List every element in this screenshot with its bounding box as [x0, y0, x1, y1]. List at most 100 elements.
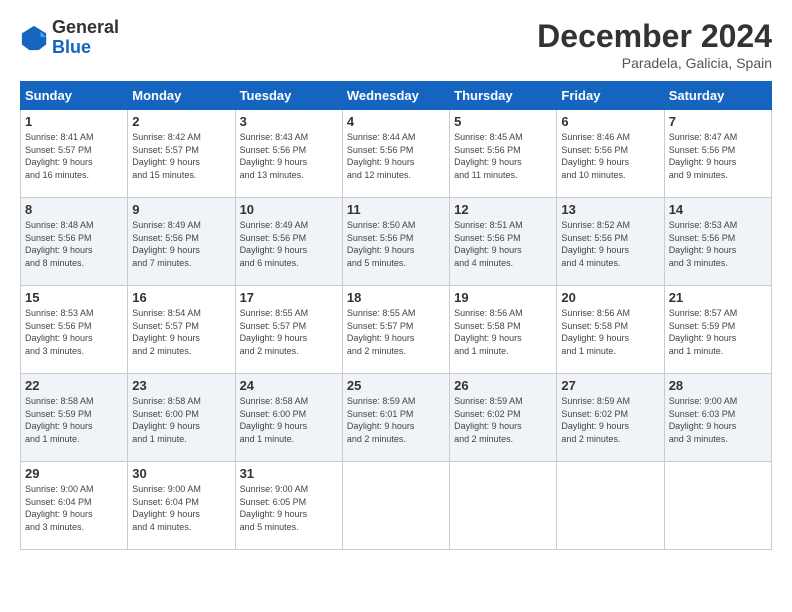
day-number: 31: [240, 466, 338, 481]
weekday-header-wednesday: Wednesday: [342, 82, 449, 110]
logo-blue: Blue: [52, 38, 119, 58]
day-number: 29: [25, 466, 123, 481]
month-title: December 2024: [537, 18, 772, 55]
calendar-cell: 2Sunrise: 8:42 AM Sunset: 5:57 PM Daylig…: [128, 110, 235, 198]
calendar-cell: 1 Sunrise: 8:41 AM Sunset: 5:57 PM Daylig…: [21, 110, 128, 198]
day-details: Sunrise: 8:49 AM Sunset: 5:56 PM Dayligh…: [240, 220, 309, 268]
calendar-cell: [557, 462, 664, 550]
day-number: 14: [669, 202, 767, 217]
day-details: Sunrise: 8:53 AM Sunset: 5:56 PM Dayligh…: [669, 220, 738, 268]
logo: General Blue: [20, 18, 119, 58]
calendar-cell: 23 Sunrise: 8:58 AM Sunset: 6:00 PM Dayli…: [128, 374, 235, 462]
calendar-cell: 11Sunrise: 8:50 AM Sunset: 5:56 PM Dayli…: [342, 198, 449, 286]
calendar-cell: 19 Sunrise: 8:56 AM Sunset: 5:58 PM Dayli…: [450, 286, 557, 374]
day-details: Sunrise: 9:00 AM Sunset: 6:04 PM Dayligh…: [132, 484, 201, 532]
weekday-header-tuesday: Tuesday: [235, 82, 342, 110]
day-number: 11: [347, 202, 445, 217]
logo-icon: [20, 24, 48, 52]
calendar-cell: 29 Sunrise: 9:00 AM Sunset: 6:04 PM Dayli…: [21, 462, 128, 550]
day-details: Sunrise: 8:47 AM Sunset: 5:56 PM Dayligh…: [669, 132, 738, 180]
day-details: Sunrise: 9:00 AM Sunset: 6:05 PM Dayligh…: [240, 484, 309, 532]
calendar-week-row: 15Sunrise: 8:53 AM Sunset: 5:56 PM Dayli…: [21, 286, 772, 374]
calendar-cell: 3 Sunrise: 8:43 AM Sunset: 5:56 PM Daylig…: [235, 110, 342, 198]
weekday-header-row: SundayMondayTuesdayWednesdayThursdayFrid…: [21, 82, 772, 110]
day-details: Sunrise: 9:00 AM Sunset: 6:04 PM Dayligh…: [25, 484, 94, 532]
day-details: Sunrise: 8:46 AM Sunset: 5:56 PM Dayligh…: [561, 132, 630, 180]
calendar-cell: 15Sunrise: 8:53 AM Sunset: 5:56 PM Dayli…: [21, 286, 128, 374]
calendar-cell: 22Sunrise: 8:58 AM Sunset: 5:59 PM Dayli…: [21, 374, 128, 462]
day-number: 4: [347, 114, 445, 129]
day-number: 24: [240, 378, 338, 393]
day-details: Sunrise: 8:52 AM Sunset: 5:56 PM Dayligh…: [561, 220, 630, 268]
calendar-cell: 17Sunrise: 8:55 AM Sunset: 5:57 PM Dayli…: [235, 286, 342, 374]
day-number: 21: [669, 290, 767, 305]
day-details: Sunrise: 8:57 AM Sunset: 5:59 PM Dayligh…: [669, 308, 738, 356]
calendar-week-row: 22Sunrise: 8:58 AM Sunset: 5:59 PM Dayli…: [21, 374, 772, 462]
day-details: Sunrise: 8:58 AM Sunset: 6:00 PM Dayligh…: [240, 396, 309, 444]
day-number: 23: [132, 378, 230, 393]
day-number: 30: [132, 466, 230, 481]
calendar-cell: 21 Sunrise: 8:57 AM Sunset: 5:59 PM Dayli…: [664, 286, 771, 374]
day-number: 26: [454, 378, 552, 393]
day-number: 3: [240, 114, 338, 129]
day-number: 17: [240, 290, 338, 305]
calendar-cell: [664, 462, 771, 550]
weekday-header-monday: Monday: [128, 82, 235, 110]
day-number: 1: [25, 114, 123, 129]
calendar-cell: 25 Sunrise: 8:59 AM Sunset: 6:01 PM Dayli…: [342, 374, 449, 462]
day-number: 20: [561, 290, 659, 305]
header: General Blue December 2024 Paradela, Gal…: [20, 18, 772, 71]
calendar-table: SundayMondayTuesdayWednesdayThursdayFrid…: [20, 81, 772, 550]
day-number: 19: [454, 290, 552, 305]
calendar-cell: 14 Sunrise: 8:53 AM Sunset: 5:56 PM Dayli…: [664, 198, 771, 286]
day-details: Sunrise: 8:45 AM Sunset: 5:56 PM Dayligh…: [454, 132, 523, 180]
weekday-header-sunday: Sunday: [21, 82, 128, 110]
day-details: Sunrise: 8:41 AM Sunset: 5:57 PM Dayligh…: [25, 132, 94, 180]
day-details: Sunrise: 8:55 AM Sunset: 5:57 PM Dayligh…: [347, 308, 416, 356]
calendar-week-row: 29 Sunrise: 9:00 AM Sunset: 6:04 PM Dayli…: [21, 462, 772, 550]
calendar-cell: 13 Sunrise: 8:52 AM Sunset: 5:56 PM Dayli…: [557, 198, 664, 286]
weekday-header-thursday: Thursday: [450, 82, 557, 110]
day-details: Sunrise: 8:53 AM Sunset: 5:56 PM Dayligh…: [25, 308, 94, 356]
day-details: Sunrise: 8:58 AM Sunset: 6:00 PM Dayligh…: [132, 396, 201, 444]
weekday-header-friday: Friday: [557, 82, 664, 110]
calendar-cell: 18Sunrise: 8:55 AM Sunset: 5:57 PM Dayli…: [342, 286, 449, 374]
weekday-header-saturday: Saturday: [664, 82, 771, 110]
day-details: Sunrise: 8:54 AM Sunset: 5:57 PM Dayligh…: [132, 308, 201, 356]
calendar-cell: 9Sunrise: 8:49 AM Sunset: 5:56 PM Daylig…: [128, 198, 235, 286]
day-number: 13: [561, 202, 659, 217]
calendar-cell: 24 Sunrise: 8:58 AM Sunset: 6:00 PM Dayli…: [235, 374, 342, 462]
day-details: Sunrise: 8:43 AM Sunset: 5:56 PM Dayligh…: [240, 132, 309, 180]
calendar-cell: 27 Sunrise: 8:59 AM Sunset: 6:02 PM Dayli…: [557, 374, 664, 462]
day-number: 25: [347, 378, 445, 393]
day-details: Sunrise: 8:44 AM Sunset: 5:56 PM Dayligh…: [347, 132, 416, 180]
calendar-cell: 16 Sunrise: 8:54 AM Sunset: 5:57 PM Dayli…: [128, 286, 235, 374]
day-number: 12: [454, 202, 552, 217]
day-number: 2: [132, 114, 230, 129]
calendar-cell: 30 Sunrise: 9:00 AM Sunset: 6:04 PM Dayli…: [128, 462, 235, 550]
day-number: 22: [25, 378, 123, 393]
day-number: 5: [454, 114, 552, 129]
calendar-cell: 10Sunrise: 8:49 AM Sunset: 5:56 PM Dayli…: [235, 198, 342, 286]
location: Paradela, Galicia, Spain: [537, 55, 772, 71]
day-number: 27: [561, 378, 659, 393]
calendar-cell: 7 Sunrise: 8:47 AM Sunset: 5:56 PM Daylig…: [664, 110, 771, 198]
day-number: 6: [561, 114, 659, 129]
main-container: General Blue December 2024 Paradela, Gal…: [0, 0, 792, 560]
calendar-cell: 31 Sunrise: 9:00 AM Sunset: 6:05 PM Dayli…: [235, 462, 342, 550]
calendar-cell: 4 Sunrise: 8:44 AM Sunset: 5:56 PM Daylig…: [342, 110, 449, 198]
logo-text: General Blue: [52, 18, 119, 58]
day-details: Sunrise: 9:00 AM Sunset: 6:03 PM Dayligh…: [669, 396, 738, 444]
calendar-cell: 8Sunrise: 8:48 AM Sunset: 5:56 PM Daylig…: [21, 198, 128, 286]
title-block: December 2024 Paradela, Galicia, Spain: [537, 18, 772, 71]
calendar-cell: 6 Sunrise: 8:46 AM Sunset: 5:56 PM Daylig…: [557, 110, 664, 198]
day-details: Sunrise: 8:59 AM Sunset: 6:01 PM Dayligh…: [347, 396, 416, 444]
day-details: Sunrise: 8:56 AM Sunset: 5:58 PM Dayligh…: [454, 308, 523, 356]
day-number: 16: [132, 290, 230, 305]
day-details: Sunrise: 8:51 AM Sunset: 5:56 PM Dayligh…: [454, 220, 523, 268]
calendar-cell: 26Sunrise: 8:59 AM Sunset: 6:02 PM Dayli…: [450, 374, 557, 462]
calendar-cell: [342, 462, 449, 550]
logo-general: General: [52, 18, 119, 38]
day-details: Sunrise: 8:59 AM Sunset: 6:02 PM Dayligh…: [561, 396, 630, 444]
day-number: 7: [669, 114, 767, 129]
